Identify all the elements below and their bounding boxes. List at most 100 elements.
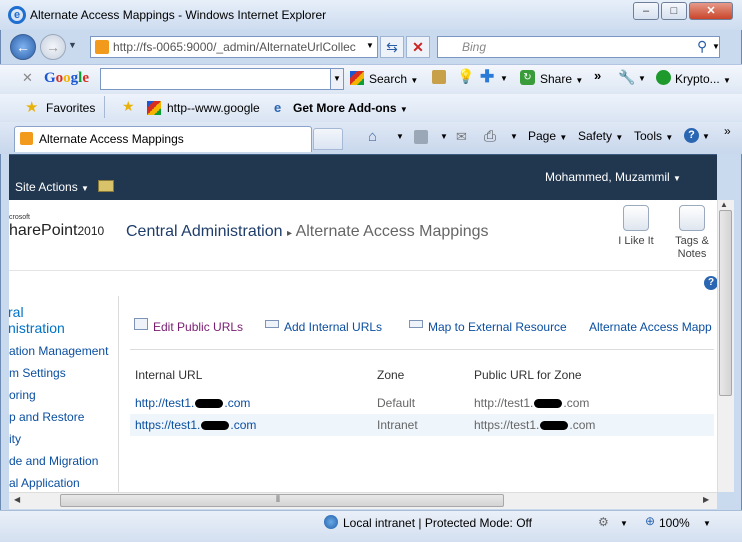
search-options-dropdown[interactable]: ▼	[712, 42, 720, 51]
address-dropdown[interactable]: ▼	[366, 41, 374, 50]
nav-item-general-application[interactable]: al Application	[9, 476, 80, 490]
back-button[interactable]: ←	[10, 34, 36, 60]
feeds-dropdown[interactable]: ▼	[440, 132, 448, 141]
maximize-button[interactable]: □	[661, 2, 687, 20]
edit-public-urls-link[interactable]: Edit Public URLs	[153, 320, 243, 334]
mail-icon[interactable]: ✉	[456, 129, 467, 145]
tab-alternate-access[interactable]: Alternate Access Mappings	[14, 126, 312, 152]
site-actions-menu[interactable]: Site Actions ▼	[15, 180, 89, 194]
public-url-cell: http://test1. .com	[474, 396, 590, 410]
vertical-scroll-thumb[interactable]	[719, 210, 732, 396]
close-button[interactable]: ✕	[689, 2, 733, 20]
add-internal-urls-link[interactable]: Add Internal URLs	[284, 320, 382, 334]
tab-favicon-icon	[20, 132, 33, 145]
search-input[interactable]: Bing	[437, 36, 720, 58]
breadcrumb-root[interactable]: Central Administration	[126, 223, 283, 240]
nav-item-backup-restore[interactable]: p and Restore	[9, 410, 84, 424]
map-external-icon	[409, 320, 423, 328]
forward-button[interactable]: →	[40, 34, 66, 60]
google-search-icon	[350, 71, 364, 85]
alternate-access-mapping-collection-link[interactable]: Alternate Access Mapp	[589, 320, 715, 334]
nav-item-system-settings[interactable]: m Settings	[9, 366, 66, 380]
feeds-icon[interactable]	[414, 130, 428, 144]
bookmarks-icon[interactable]	[432, 70, 446, 84]
window-title: Alternate Access Mappings - Windows Inte…	[30, 8, 327, 22]
print-dropdown[interactable]: ▼	[510, 132, 518, 141]
google-search-button[interactable]: Search ▼	[369, 72, 418, 86]
favorites-button[interactable]: Favorites	[46, 101, 95, 115]
share-button[interactable]: Share ▼	[540, 72, 583, 86]
header-divider	[9, 270, 717, 271]
nav-item-monitoring[interactable]: oring	[9, 388, 36, 402]
toolbar-close-icon[interactable]: ✕	[22, 70, 33, 86]
protected-mode-icon[interactable]: ⚙	[598, 515, 609, 529]
scroll-left-arrow-icon[interactable]: ◀	[14, 495, 20, 504]
actions-divider	[130, 349, 714, 350]
help-icon[interactable]: ?	[684, 128, 699, 143]
scroll-right-arrow-icon[interactable]: ▶	[703, 495, 709, 504]
favorite-link-google[interactable]: http--www.google	[167, 101, 260, 115]
safety-menu[interactable]: Safety ▼	[578, 129, 623, 143]
home-dropdown[interactable]: ▼	[396, 132, 404, 141]
add-favorite-icon[interactable]: ★	[122, 98, 135, 115]
page-menu[interactable]: Page ▼	[528, 129, 567, 143]
user-menu[interactable]: Mohammed, Muzammil ▼	[545, 170, 681, 184]
zone-cell: Intranet	[377, 418, 418, 432]
status-dropdown[interactable]: ▼	[620, 519, 628, 528]
internal-url-link[interactable]: https://test1. .com	[135, 418, 256, 432]
refresh-button[interactable]: ⇆	[380, 36, 404, 58]
page-title: Alternate Access Mappings	[295, 223, 489, 240]
logo-microsoft-text: crosoft	[9, 214, 31, 221]
new-tab-button[interactable]	[313, 128, 343, 150]
add-dropdown[interactable]: ▼	[500, 74, 508, 83]
quicklaunch-heading[interactable]: ral nistration	[9, 304, 65, 336]
nav-item-security[interactable]: ity	[9, 432, 21, 446]
zoom-icon: ⊕	[645, 514, 656, 528]
column-header-zone: Zone	[377, 368, 405, 382]
krypto-button[interactable]: Krypto... ▼	[675, 72, 731, 86]
wrench-dropdown[interactable]: ▼	[638, 74, 646, 83]
breadcrumb: Central Administration ▸ Alternate Acces…	[126, 223, 489, 241]
get-addons-button[interactable]: Get More Add-ons ▼	[293, 101, 408, 115]
tools-menu[interactable]: Tools ▼	[634, 129, 673, 143]
internal-url-link[interactable]: http://test1. .com	[135, 396, 250, 410]
nav-item-application-management[interactable]: ation Management	[9, 344, 108, 358]
i-like-it-button[interactable]: I Like It	[606, 205, 666, 248]
tags-notes-button[interactable]: Tags & Notes	[662, 205, 722, 261]
print-icon[interactable]: ⎙	[484, 128, 496, 145]
minimize-button[interactable]: –	[633, 2, 659, 20]
stop-button[interactable]: ✕	[406, 36, 430, 58]
security-zone-status[interactable]: Local intranet | Protected Mode: Off	[343, 516, 532, 530]
address-bar[interactable]: http://fs-0065:9000/_admin/AlternateUrlC…	[90, 36, 378, 58]
lightbulb-icon[interactable]: 💡	[457, 68, 474, 85]
navigate-up-icon[interactable]	[98, 180, 114, 192]
home-icon[interactable]: ⌂	[368, 128, 377, 145]
site-favicon-icon	[95, 40, 109, 54]
search-icon[interactable]: ⚲	[697, 38, 707, 55]
help-dropdown[interactable]: ▼	[702, 132, 710, 141]
breadcrumb-arrow-icon: ▸	[286, 228, 292, 239]
horizontal-scroll-thumb[interactable]	[60, 494, 504, 507]
more-commands-icon[interactable]: »	[724, 124, 731, 138]
page-help-icon[interactable]: ?	[704, 276, 718, 290]
wrench-icon[interactable]: 🔧	[618, 69, 635, 86]
ie-addons-icon: e	[274, 100, 282, 115]
ie-logo-icon: e	[8, 6, 26, 24]
recent-pages-dropdown[interactable]: ▼	[68, 40, 77, 50]
favbar-divider	[104, 96, 105, 118]
google-search-dropdown[interactable]: ▼	[330, 69, 343, 89]
favorites-star-icon: ★	[25, 99, 39, 116]
redaction-mark	[540, 421, 569, 431]
column-header-public-url: Public URL for Zone	[474, 368, 582, 382]
nav-item-upgrade-migration[interactable]: de and Migration	[9, 454, 98, 468]
more-chevron-icon[interactable]: »	[594, 68, 601, 83]
add-plus-icon[interactable]: ✚	[480, 67, 494, 87]
redaction-mark	[534, 399, 563, 409]
google-search-input[interactable]	[100, 68, 344, 90]
zoom-level[interactable]: 100%	[659, 516, 690, 530]
tags-icon	[679, 205, 705, 231]
zoom-dropdown[interactable]: ▼	[703, 519, 711, 528]
scroll-up-arrow-icon[interactable]: ▲	[720, 200, 728, 209]
map-external-resource-link[interactable]: Map to External Resource	[428, 320, 567, 334]
google-logo: Google	[44, 70, 90, 86]
